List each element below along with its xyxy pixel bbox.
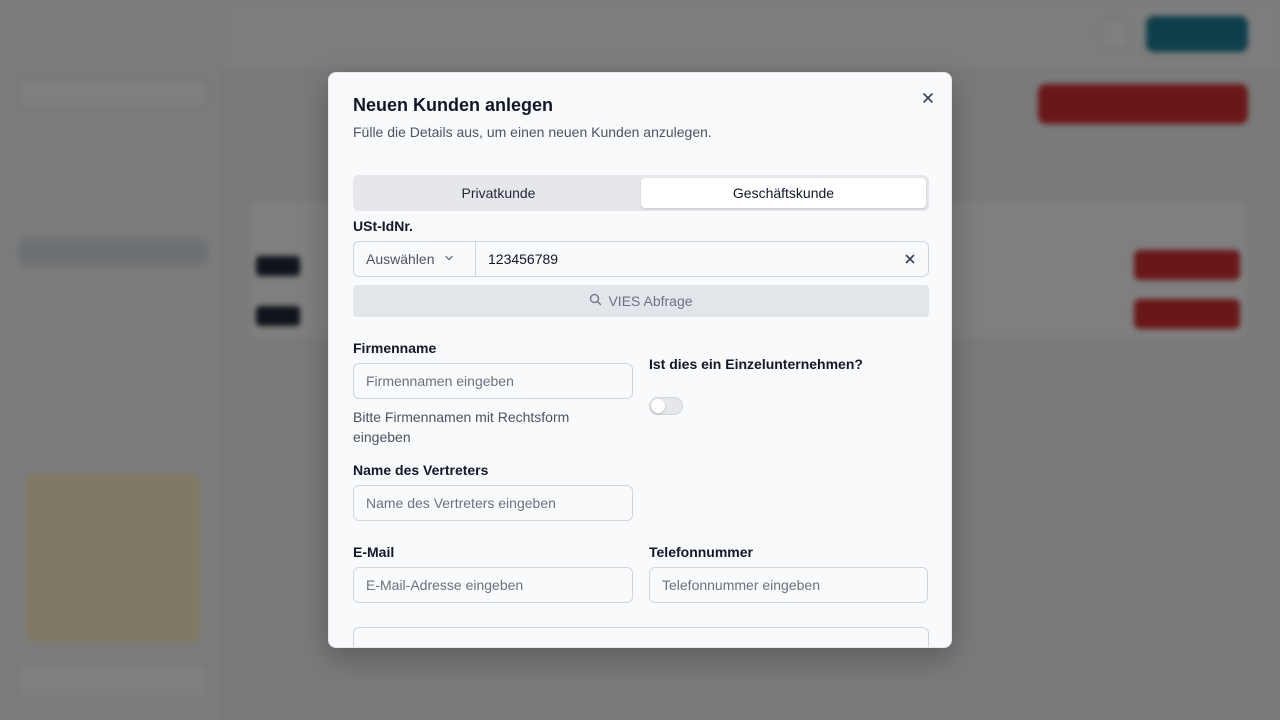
email-input[interactable] [366, 577, 620, 593]
chevron-down-icon [443, 251, 455, 267]
country-select[interactable]: Auswählen [354, 242, 476, 276]
customer-type-tabs: Privatkunde Geschäftskunde [353, 175, 929, 211]
company-name-label: Firmenname [353, 340, 437, 356]
sole-proprietor-toggle[interactable] [649, 397, 683, 415]
phone-label: Telefonnummer [649, 544, 753, 560]
new-customer-dialog: Neuen Kunden anlegen Fülle die Details a… [328, 72, 952, 648]
representative-field[interactable] [353, 485, 633, 521]
sole-proprietor-label: Ist dies ein Einzelunternehmen? [649, 356, 863, 372]
search-icon [589, 293, 602, 309]
toggle-knob [651, 399, 665, 413]
phone-field[interactable] [649, 567, 928, 603]
email-label: E-Mail [353, 544, 395, 560]
company-name-field[interactable] [353, 363, 633, 399]
dialog-title: Neuen Kunden anlegen [353, 95, 554, 115]
vat-id-input[interactable]: 123456789 [476, 242, 892, 276]
dialog-subtitle: Fülle die Details aus, um einen neuen Ku… [353, 124, 712, 140]
clear-icon[interactable] [892, 242, 928, 276]
vat-id-field: Auswählen 123456789 [353, 241, 929, 277]
country-select-value: Auswählen [366, 251, 435, 267]
vies-lookup-button[interactable]: VIES Abfrage [353, 285, 929, 317]
tab-private-customer[interactable]: Privatkunde [356, 178, 641, 208]
vies-lookup-label: VIES Abfrage [608, 293, 693, 309]
company-name-helper: Bitte Firmennamen mit Rechtsform eingebe… [353, 409, 570, 445]
phone-input[interactable] [662, 577, 915, 593]
representative-input[interactable] [366, 495, 620, 511]
vat-id-label: USt-IdNr. [353, 218, 413, 234]
close-icon[interactable] [917, 87, 939, 109]
next-section-box [353, 627, 929, 647]
company-name-input[interactable] [366, 373, 620, 389]
email-field[interactable] [353, 567, 633, 603]
tab-business-customer[interactable]: Geschäftskunde [641, 178, 926, 208]
representative-label: Name des Vertreters [353, 462, 489, 478]
